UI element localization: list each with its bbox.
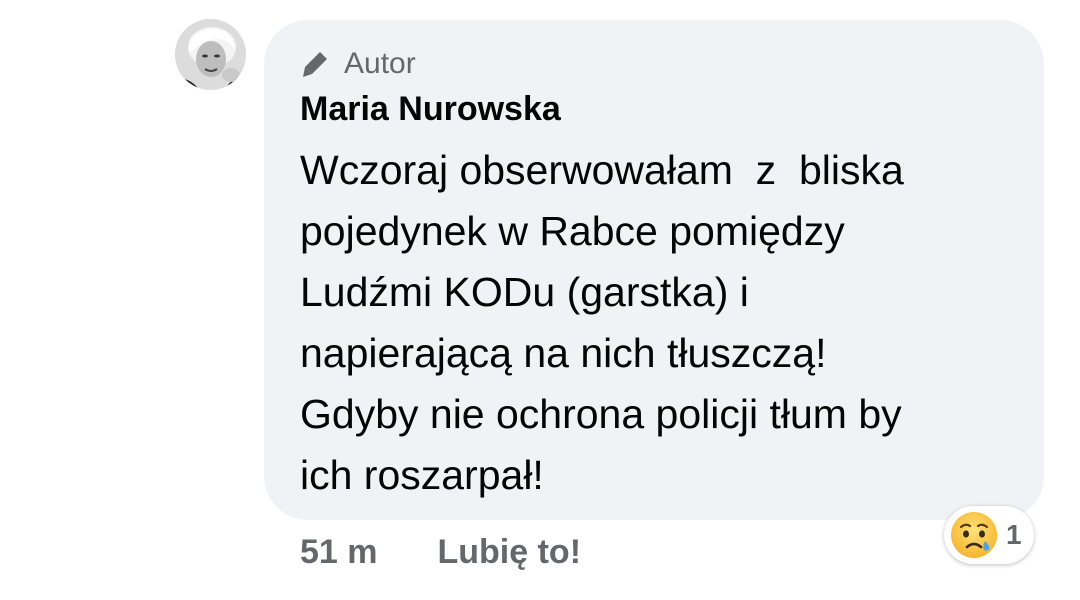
reaction-summary[interactable]: 1 bbox=[944, 506, 1034, 564]
comment-text-line: napierającą na nich tłuszczą! bbox=[300, 330, 827, 376]
like-button[interactable]: Lubię to! bbox=[438, 533, 582, 572]
comment-text: Wczoraj obserwowałam z bliska pojedynek … bbox=[300, 140, 1030, 506]
author-name[interactable]: Maria Nurowska bbox=[300, 88, 561, 130]
comment-screen: Autor Maria Nurowska Wczoraj obserwowała… bbox=[0, 0, 1080, 600]
comment-text-line: Wczoraj obserwowałam z bliska bbox=[300, 147, 904, 193]
comment-text-line: Gdyby nie ochrona policji tłum by bbox=[300, 391, 902, 437]
comment-actions: 51 m Lubię to! bbox=[300, 530, 581, 574]
comment-text-line: pojedynek w Rabce pomiędzy bbox=[300, 208, 845, 254]
author-badge: Autor bbox=[300, 46, 416, 82]
avatar[interactable] bbox=[175, 19, 246, 90]
profile-photo-icon bbox=[175, 19, 246, 90]
comment-text-line: Ludźmi KODu (garstka) i bbox=[300, 269, 749, 315]
author-badge-label: Autor bbox=[344, 47, 416, 80]
reaction-count: 1 bbox=[1006, 519, 1022, 550]
sad-crying-emoji-icon bbox=[948, 509, 1000, 561]
comment-timestamp[interactable]: 51 m bbox=[300, 533, 378, 572]
pencil-icon bbox=[300, 49, 330, 79]
comment-text-line: ich roszarpał! bbox=[300, 452, 544, 498]
